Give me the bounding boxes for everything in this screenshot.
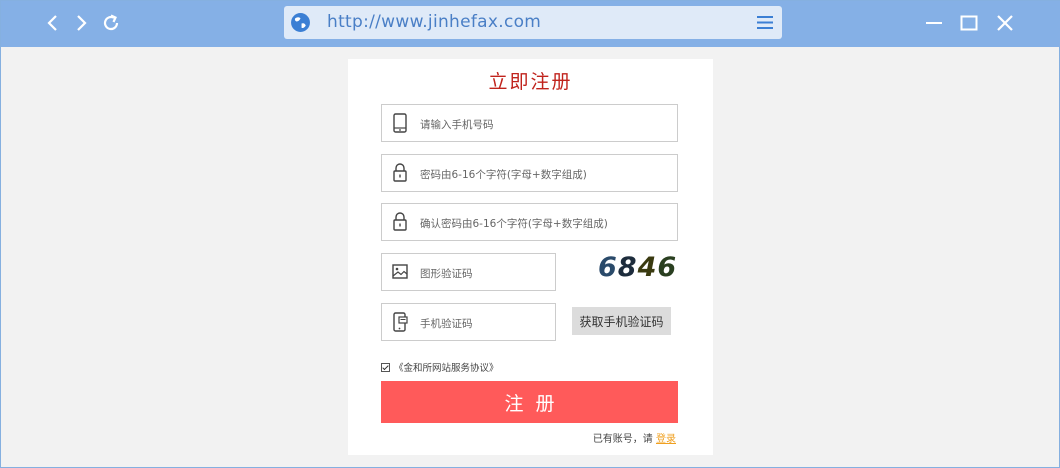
phone-field[interactable]: 请输入手机号码 [381,104,678,142]
agreement-link[interactable]: 《金和所网站服务协议》 [394,360,499,374]
image-icon [392,264,408,279]
mobile-message-icon [393,312,408,332]
register-button[interactable]: 注册 [381,381,678,423]
sms-code-field[interactable]: 手机验证码 [381,303,556,341]
forward-icon [77,15,87,31]
menu-icon[interactable] [756,14,774,31]
refresh-icon [103,14,119,31]
back-button[interactable] [41,11,65,35]
register-form: 立即注册 请输入手机号码 密码由6-16个字符(字母+数字组成) 确认密码由6-… [348,59,713,455]
form-title: 立即注册 [488,71,573,93]
phone-icon [393,113,407,133]
password-field[interactable]: 密码由6-16个字符(字母+数字组成) [381,154,678,192]
browser-window: http://www.jinhefax.com 立即注册 请输入手机号码 密码由… [0,0,1060,468]
confirm-password-placeholder: 确认密码由6-16个字符(字母+数字组成) [420,218,608,230]
agreement-checkbox[interactable] [381,362,390,372]
refresh-button[interactable] [99,11,123,35]
globe-icon [291,13,310,32]
phone-placeholder: 请输入手机号码 [420,119,494,131]
password-placeholder: 密码由6-16个字符(字母+数字组成) [420,169,587,181]
login-prompt: 已有账号，请 登录 [593,430,676,445]
forward-button[interactable] [69,11,93,35]
address-bar[interactable]: http://www.jinhefax.com [284,6,782,39]
sms-code-placeholder: 手机验证码 [420,318,473,330]
login-link[interactable]: 登录 [656,434,676,445]
title-bar: http://www.jinhefax.com [1,1,1060,47]
confirm-password-field[interactable]: 确认密码由6-16个字符(字母+数字组成) [381,203,678,241]
agreement-row[interactable]: 《金和所网站服务协议》 [381,360,499,374]
captcha-field[interactable]: 图形验证码 [381,253,556,291]
captcha-image[interactable]: 6846 6846 [598,252,677,283]
get-sms-code-button[interactable]: 获取手机验证码 [572,307,671,335]
url-text[interactable]: http://www.jinhefax.com [327,12,541,32]
login-prompt-text: 已有账号，请 [592,434,653,445]
back-icon [47,15,57,31]
lock-icon [393,212,407,231]
lock-icon [393,163,407,182]
maximize-icon[interactable] [958,12,980,34]
minimize-icon[interactable] [923,12,945,34]
captcha-placeholder: 图形验证码 [420,268,473,280]
close-icon[interactable] [994,12,1016,34]
